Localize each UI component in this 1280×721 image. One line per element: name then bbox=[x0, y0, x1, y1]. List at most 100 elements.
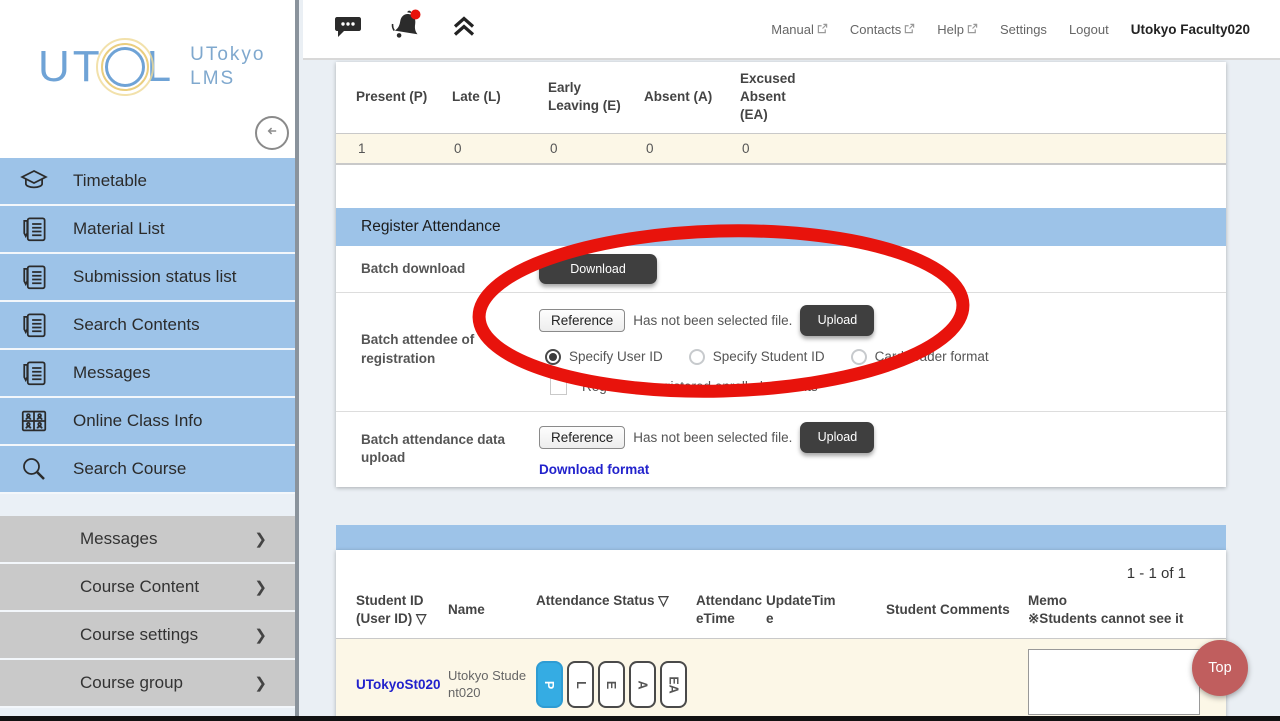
student-id-link[interactable]: UTokyoSt020 bbox=[356, 677, 441, 692]
upload-button[interactable]: Upload bbox=[800, 305, 874, 336]
student-id-header-label: Student ID (User ID) bbox=[356, 593, 424, 626]
settings-link[interactable]: Settings bbox=[1000, 22, 1047, 37]
sidebar-group-label: Course settings bbox=[80, 625, 198, 645]
sidebar-item-search-course[interactable]: Search Course bbox=[0, 446, 295, 494]
sidebar-group-label: Course Content bbox=[80, 577, 199, 597]
radio-label-card-reader-format: Card reader format bbox=[875, 349, 989, 364]
sidebar-group-course-settings[interactable]: Course settings ❯ bbox=[0, 612, 295, 660]
summary-table-header: Present (P) Late (L) Early Leaving (E) A… bbox=[336, 62, 1226, 134]
sidebar-item-search-contents[interactable]: Search Contents bbox=[0, 302, 295, 350]
collapse-sidebar-button[interactable] bbox=[255, 116, 289, 150]
sidebar-item-label: Timetable bbox=[73, 171, 147, 191]
sidebar-group-course-group[interactable]: Course group ❯ bbox=[0, 660, 295, 708]
sidebar-item-timetable[interactable]: Timetable bbox=[0, 158, 295, 206]
summary-header-excused-absent: Excused Absent (EA) bbox=[720, 70, 816, 125]
graduation-cap-icon bbox=[19, 166, 49, 196]
clipboard-icon bbox=[19, 214, 49, 244]
sidebar-group-label: Messages bbox=[80, 529, 157, 549]
radio-label-specify-student-id: Specify Student ID bbox=[713, 349, 825, 364]
batch-attendance-upload-row: Batch attendance data upload Reference H… bbox=[336, 412, 1226, 487]
logo-text-ut: UT bbox=[38, 42, 103, 92]
sidebar-item-messages[interactable]: Messages bbox=[0, 350, 295, 398]
status-button-excused-absent[interactable]: EA bbox=[660, 661, 687, 708]
sidebar-item-online-class-info[interactable]: Online Class Info bbox=[0, 398, 295, 446]
sidebar-item-label: Submission status list bbox=[73, 267, 236, 287]
utol-logo: UT L UTokyo LMS bbox=[0, 0, 295, 92]
status-button-late[interactable]: L bbox=[567, 661, 594, 708]
radio-card-reader-format[interactable] bbox=[851, 349, 867, 365]
sidebar-group-course-content[interactable]: Course Content ❯ bbox=[0, 564, 295, 612]
upload-button[interactable]: Upload bbox=[800, 422, 874, 453]
column-header-student-id[interactable]: Student ID (User ID) ▽ bbox=[356, 592, 448, 628]
video-grid-icon bbox=[19, 406, 49, 436]
status-button-label: A bbox=[636, 680, 650, 689]
column-header-attendance-time: AttendanceTime bbox=[696, 592, 766, 628]
file-status-text: Has not been selected file. bbox=[633, 430, 792, 445]
manual-link[interactable]: Manual bbox=[771, 22, 828, 37]
arrow-left-icon bbox=[262, 121, 282, 146]
summary-header-absent: Absent (A) bbox=[624, 88, 720, 106]
chevron-right-icon: ❯ bbox=[254, 578, 267, 596]
sidebar-group-label: Course group bbox=[80, 673, 183, 693]
attendance-status-header-label: Attendance Status bbox=[536, 593, 655, 608]
main-content: Present (P) Late (L) Early Leaving (E) A… bbox=[303, 62, 1280, 716]
chevron-right-icon: ❯ bbox=[254, 530, 267, 548]
download-format-link[interactable]: Download format bbox=[539, 462, 649, 477]
scroll-to-top-button[interactable]: Top bbox=[1192, 640, 1248, 696]
radio-specify-user-id[interactable] bbox=[545, 349, 561, 365]
reference-button[interactable]: Reference bbox=[539, 426, 625, 449]
chat-icon[interactable] bbox=[333, 14, 363, 45]
attendance-status-buttons: P L E A EA bbox=[536, 661, 696, 708]
reference-button[interactable]: Reference bbox=[539, 309, 625, 332]
batch-attendance-upload-label: Batch attendance data upload bbox=[336, 431, 539, 467]
download-button[interactable]: Download bbox=[539, 254, 657, 284]
logo-o-rings bbox=[105, 47, 145, 87]
sort-icon[interactable]: ▽ bbox=[416, 611, 426, 626]
pagination-top: 1 - 1 of 1 bbox=[336, 550, 1226, 588]
register-unregistered-label: Register unregistered enrolled students bbox=[582, 379, 818, 394]
chevron-right-icon: ❯ bbox=[254, 626, 267, 644]
register-unregistered-checkbox[interactable] bbox=[550, 378, 567, 395]
column-header-attendance-status[interactable]: Attendance Status ▽ bbox=[536, 592, 696, 610]
collapse-header-icon[interactable] bbox=[451, 15, 477, 44]
sidebar-group-messages[interactable]: Messages ❯ bbox=[0, 516, 295, 564]
attendance-status-card: 1 - 1 of 1 Student ID (User ID) ▽ Name A… bbox=[336, 525, 1226, 721]
clipboard-icon bbox=[19, 262, 49, 292]
external-link-icon bbox=[904, 22, 915, 37]
sidebar-item-material-list[interactable]: Material List bbox=[0, 206, 295, 254]
memo-textarea[interactable] bbox=[1028, 649, 1200, 715]
logo-subtitle-line2: LMS bbox=[190, 67, 265, 91]
status-button-present[interactable]: P bbox=[536, 661, 563, 708]
table-row: UTokyoSt020 Utokyo Student020 P L E A EA bbox=[336, 639, 1226, 721]
logout-link[interactable]: Logout bbox=[1069, 22, 1109, 37]
sidebar: UT L UTokyo LMS Timetable Material List bbox=[0, 0, 299, 721]
register-attendance-title: Register Attendance bbox=[336, 208, 1226, 246]
sidebar-item-label: Online Class Info bbox=[73, 411, 202, 431]
attendance-table-header: Student ID (User ID) ▽ Name Attendance S… bbox=[336, 588, 1226, 639]
topbar: Manual Contacts Help Settings Logout Uto… bbox=[303, 0, 1280, 60]
summary-value-early-leaving: 0 bbox=[528, 141, 624, 156]
contacts-link-label: Contacts bbox=[850, 22, 901, 37]
manual-link-label: Manual bbox=[771, 22, 814, 37]
clipboard-icon bbox=[19, 310, 49, 340]
sidebar-item-label: Search Course bbox=[73, 459, 186, 479]
help-link[interactable]: Help bbox=[937, 22, 978, 37]
column-header-memo: Memo ※Students cannot see it bbox=[1028, 592, 1226, 628]
logo-area: UT L UTokyo LMS bbox=[0, 0, 295, 158]
status-button-label: P bbox=[543, 680, 557, 688]
memo-header-label: Memo bbox=[1028, 592, 1226, 610]
summary-header-late: Late (L) bbox=[432, 88, 528, 106]
column-header-update-time: UpdateTime bbox=[766, 592, 838, 628]
sidebar-item-label: Material List bbox=[73, 219, 165, 239]
sidebar-item-submission-status-list[interactable]: Submission status list bbox=[0, 254, 295, 302]
external-link-icon bbox=[967, 22, 978, 37]
table-header-bar bbox=[336, 525, 1226, 550]
column-header-student-comments: Student Comments bbox=[886, 601, 1028, 619]
sort-icon[interactable]: ▽ bbox=[658, 593, 668, 608]
notification-bell-icon[interactable] bbox=[389, 8, 425, 51]
status-button-early-leaving[interactable]: E bbox=[598, 661, 625, 708]
radio-specify-student-id[interactable] bbox=[689, 349, 705, 365]
contacts-link[interactable]: Contacts bbox=[850, 22, 915, 37]
logo-subtitle-line1: UTokyo bbox=[190, 43, 265, 67]
status-button-absent[interactable]: A bbox=[629, 661, 656, 708]
